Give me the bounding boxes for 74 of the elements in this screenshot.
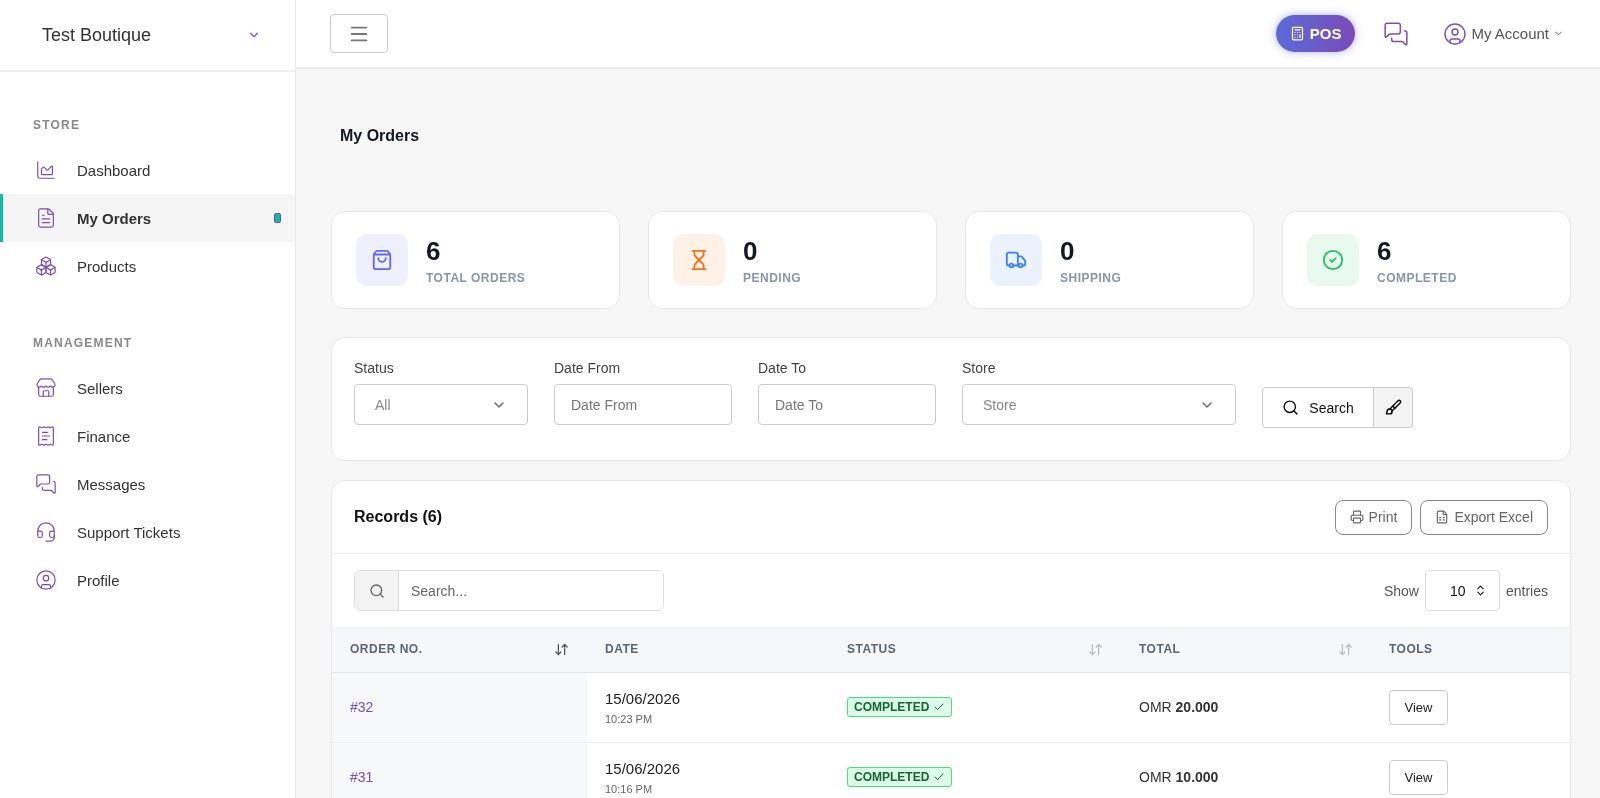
- nav-item[interactable]: My Orders: [0, 194, 295, 242]
- spreadsheet-icon: [1435, 510, 1450, 524]
- chat-bubbles-icon[interactable]: [1383, 20, 1410, 47]
- order-time: 10:16 PM: [605, 782, 654, 795]
- receipt-icon: [35, 425, 57, 447]
- headset-icon: [35, 521, 57, 543]
- order-total: OMR 20.000: [1139, 699, 1219, 715]
- order-link[interactable]: #31: [350, 769, 374, 785]
- date-input[interactable]: Date To: [758, 384, 936, 425]
- stat-value: 6: [1377, 235, 1393, 267]
- field-label: Date To: [758, 360, 807, 376]
- view-button[interactable]: View: [1389, 759, 1448, 795]
- field-label: Store: [962, 360, 997, 376]
- field-label: Status: [354, 360, 395, 376]
- order-time: 10:23 PM: [605, 712, 654, 725]
- nav-item[interactable]: Products: [0, 242, 295, 290]
- nav-item[interactable]: Support Tickets: [0, 508, 295, 556]
- nav-item[interactable]: Profile: [0, 556, 295, 604]
- active-indicator: [274, 213, 281, 223]
- account-menu[interactable]: My Account: [1437, 20, 1570, 47]
- stat-label: TOTAL ORDERS: [426, 270, 526, 285]
- view-button[interactable]: View: [1389, 689, 1448, 725]
- status-badge: COMPLETED: [847, 767, 953, 787]
- stat-value: 6: [426, 235, 442, 267]
- nav-item[interactable]: Messages: [0, 460, 295, 508]
- store-icon: [35, 377, 57, 399]
- area-chart-icon: [35, 159, 57, 181]
- column-header[interactable]: STATUS: [829, 627, 1121, 672]
- document-icon: [35, 207, 57, 229]
- chat-bubbles-icon: [35, 473, 57, 495]
- stat-value: 0: [1060, 235, 1076, 267]
- nav-item[interactable]: Finance: [0, 412, 295, 460]
- order-link[interactable]: #32: [350, 699, 374, 715]
- date-input[interactable]: Date From: [554, 384, 732, 425]
- order-total: OMR 10.000: [1139, 769, 1219, 785]
- order-date: 15/06/2026: [605, 759, 682, 777]
- records-title: Records (6): [354, 508, 443, 526]
- order-date: 15/06/2026: [605, 689, 682, 707]
- page-title: My Orders: [340, 127, 421, 145]
- sort-icon[interactable]: [554, 641, 569, 657]
- printer-icon: [1349, 510, 1364, 524]
- column-header[interactable]: TOTAL: [1121, 627, 1371, 672]
- brush-icon: [1384, 399, 1402, 416]
- search-icon: [368, 582, 385, 599]
- boxes-icon: [35, 255, 57, 277]
- select-field[interactable]: Store: [962, 384, 1236, 425]
- nav-section-title: MANAGEMENT: [32, 336, 134, 350]
- nav-item[interactable]: Dashboard: [0, 146, 295, 194]
- user-circle-icon: [35, 569, 57, 591]
- column-header[interactable]: ORDER NO.: [332, 627, 587, 672]
- clear-button[interactable]: [1374, 387, 1413, 428]
- show-label: Show: [1383, 582, 1419, 599]
- table-search-field[interactable]: Search...: [354, 570, 664, 611]
- nav-section-title: STORE: [32, 118, 82, 132]
- status-badge: COMPLETED: [847, 697, 953, 717]
- pos-button[interactable]: POS: [1275, 15, 1356, 52]
- column-header[interactable]: TOOLS: [1371, 627, 1570, 672]
- action-button[interactable]: Export Excel: [1420, 499, 1548, 535]
- stat-label: COMPLETED: [1377, 270, 1457, 285]
- stat-label: SHIPPING: [1060, 270, 1122, 285]
- stat-value: 0: [743, 235, 759, 267]
- column-header[interactable]: DATE: [587, 627, 829, 672]
- search-button[interactable]: Search: [1262, 387, 1374, 428]
- user-circle-icon: [1443, 21, 1468, 46]
- search-icon: [1282, 399, 1300, 416]
- menu-button[interactable]: [330, 14, 388, 53]
- entries-label: entries: [1505, 582, 1548, 599]
- action-button[interactable]: Print: [1334, 499, 1413, 535]
- entries-select[interactable]: 10: [1424, 570, 1500, 611]
- store-name[interactable]: Test Boutique: [42, 24, 152, 46]
- stat-label: PENDING: [743, 270, 802, 285]
- field-label: Date From: [554, 360, 622, 376]
- nav-item[interactable]: Sellers: [0, 364, 295, 412]
- select-field[interactable]: All: [354, 384, 528, 425]
